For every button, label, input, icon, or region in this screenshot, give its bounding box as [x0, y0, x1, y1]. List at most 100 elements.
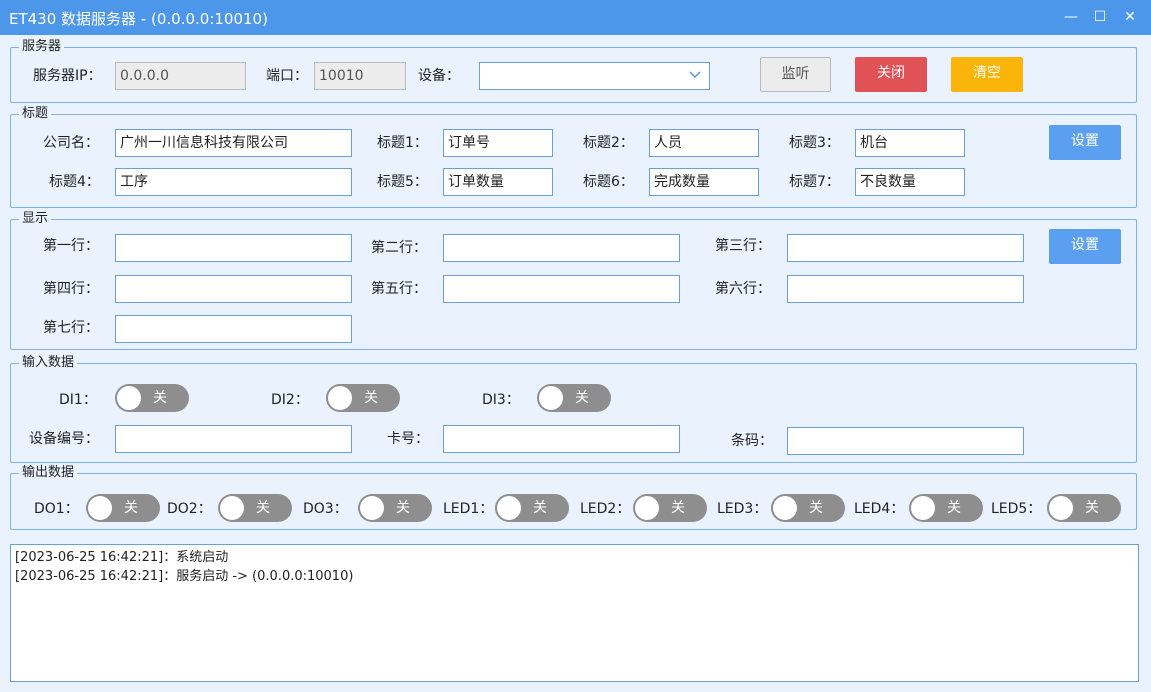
- toggle-knob: [539, 386, 563, 410]
- di1-label: DI1：: [59, 392, 97, 408]
- row7-field[interactable]: [115, 315, 352, 343]
- window-title: ET430 数据服务器 - (0.0.0.0:10010): [9, 10, 268, 28]
- card-label: 卡号：: [387, 431, 429, 447]
- led2-label: LED2：: [580, 501, 631, 517]
- titles-group: 标题 公司名： 广州一川信息科技有限公司 标题1： 订单号 标题2： 人员 标题…: [10, 106, 1137, 208]
- do1-label: DO1：: [34, 501, 79, 517]
- toggle-state: 关: [364, 390, 378, 406]
- row4-label: 第四行：: [43, 281, 99, 297]
- device-no-label: 设备编号：: [29, 431, 99, 447]
- led1-label: LED1：: [443, 501, 494, 517]
- row5-field[interactable]: [443, 275, 680, 303]
- title1-field[interactable]: 订单号: [443, 129, 553, 157]
- do2-label: DO2：: [167, 501, 212, 517]
- title2-field[interactable]: 人员: [649, 129, 759, 157]
- titles-set-button[interactable]: 设置: [1049, 125, 1121, 160]
- company-field[interactable]: 广州一川信息科技有限公司: [115, 129, 352, 157]
- clear-button[interactable]: 清空: [951, 57, 1023, 92]
- toggle-knob: [1049, 496, 1073, 520]
- toggle-knob: [635, 496, 659, 520]
- row3-label: 第三行：: [715, 238, 771, 254]
- close-server-button[interactable]: 关闭: [855, 57, 927, 92]
- toggle-state: 关: [809, 500, 823, 516]
- toggle-state: 关: [575, 390, 589, 406]
- toggle-state: 关: [153, 390, 167, 406]
- di2-toggle[interactable]: 关: [326, 384, 400, 412]
- title3-field[interactable]: 机台: [855, 129, 965, 157]
- di1-toggle[interactable]: 关: [115, 384, 189, 412]
- listen-button[interactable]: 监听: [760, 57, 831, 92]
- device-label: 设备：: [418, 68, 460, 84]
- port-field[interactable]: 10010: [314, 62, 406, 90]
- led3-toggle[interactable]: 关: [771, 494, 845, 522]
- do2-toggle[interactable]: 关: [218, 494, 292, 522]
- chevron-down-icon: [689, 71, 701, 79]
- row6-field[interactable]: [787, 275, 1024, 303]
- title4-field[interactable]: 工序: [115, 168, 352, 196]
- title1-label: 标题1：: [377, 135, 428, 151]
- do1-toggle[interactable]: 关: [86, 494, 160, 522]
- title5-field[interactable]: 订单数量: [443, 168, 553, 196]
- title7-field[interactable]: 不良数量: [855, 168, 965, 196]
- di3-label: DI3：: [482, 392, 520, 408]
- server-ip-label: 服务器IP：: [33, 68, 102, 84]
- di3-toggle[interactable]: 关: [537, 384, 611, 412]
- toggle-state: 关: [533, 500, 547, 516]
- led2-toggle[interactable]: 关: [633, 494, 707, 522]
- do3-label: DO3：: [303, 501, 348, 517]
- led5-label: LED5：: [991, 501, 1042, 517]
- port-label: 端口：: [266, 68, 308, 84]
- title-bar: ET430 数据服务器 - (0.0.0.0:10010) — ☐ ✕: [0, 0, 1151, 35]
- title6-field[interactable]: 完成数量: [649, 168, 759, 196]
- row1-field[interactable]: [115, 234, 352, 262]
- led4-label: LED4：: [854, 501, 905, 517]
- toggle-knob: [773, 496, 797, 520]
- close-window-button[interactable]: ✕: [1115, 5, 1145, 30]
- led4-toggle[interactable]: 关: [909, 494, 983, 522]
- log-line: [2023-06-25 16:42:21]：系统启动: [15, 550, 229, 565]
- server-ip-field[interactable]: 0.0.0.0: [115, 62, 246, 90]
- title3-label: 标题3：: [789, 135, 840, 151]
- led1-toggle[interactable]: 关: [495, 494, 569, 522]
- title2-label: 标题2：: [583, 135, 634, 151]
- input-legend: 输入数据: [19, 355, 78, 371]
- toggle-knob: [497, 496, 521, 520]
- do3-toggle[interactable]: 关: [358, 494, 432, 522]
- toggle-state: 关: [396, 500, 410, 516]
- toggle-knob: [220, 496, 244, 520]
- log-area[interactable]: [2023-06-25 16:42:21]：系统启动 [2023-06-25 1…: [10, 544, 1139, 682]
- card-field[interactable]: [443, 425, 680, 453]
- title4-label: 标题4：: [49, 174, 100, 190]
- led5-toggle[interactable]: 关: [1047, 494, 1121, 522]
- row7-label: 第七行：: [43, 320, 99, 336]
- row4-field[interactable]: [115, 275, 352, 303]
- output-legend: 输出数据: [19, 465, 78, 481]
- device-select[interactable]: [479, 62, 710, 90]
- toggle-state: 关: [124, 500, 138, 516]
- led3-label: LED3：: [717, 501, 768, 517]
- device-no-field[interactable]: [115, 425, 352, 453]
- display-set-button[interactable]: 设置: [1049, 229, 1121, 264]
- barcode-label: 条码：: [731, 433, 773, 449]
- company-label: 公司名：: [43, 135, 99, 151]
- row2-label: 第二行：: [371, 240, 427, 256]
- minimize-button[interactable]: —: [1056, 5, 1086, 30]
- title5-label: 标题5：: [377, 174, 428, 190]
- row2-field[interactable]: [443, 234, 680, 262]
- title7-label: 标题7：: [789, 174, 840, 190]
- output-group: 输出数据 DO1： 关 DO2： 关 DO3： 关 LED1： 关 LED2： …: [10, 465, 1137, 530]
- row5-label: 第五行：: [371, 281, 427, 297]
- server-group: 服务器 服务器IP： 0.0.0.0 端口： 10010 设备： 监听 关闭 清…: [10, 39, 1137, 103]
- toggle-knob: [911, 496, 935, 520]
- toggle-state: 关: [1085, 500, 1099, 516]
- barcode-field[interactable]: [787, 427, 1024, 455]
- display-legend: 显示: [19, 211, 52, 227]
- row3-field[interactable]: [787, 234, 1024, 262]
- maximize-button[interactable]: ☐: [1085, 5, 1115, 30]
- toggle-knob: [328, 386, 352, 410]
- server-legend: 服务器: [19, 39, 65, 55]
- toggle-knob: [360, 496, 384, 520]
- input-group: 输入数据 DI1： 关 DI2： 关 DI3： 关 设备编号： 卡号： 条码：: [10, 355, 1137, 463]
- toggle-state: 关: [256, 500, 270, 516]
- di2-label: DI2：: [271, 392, 309, 408]
